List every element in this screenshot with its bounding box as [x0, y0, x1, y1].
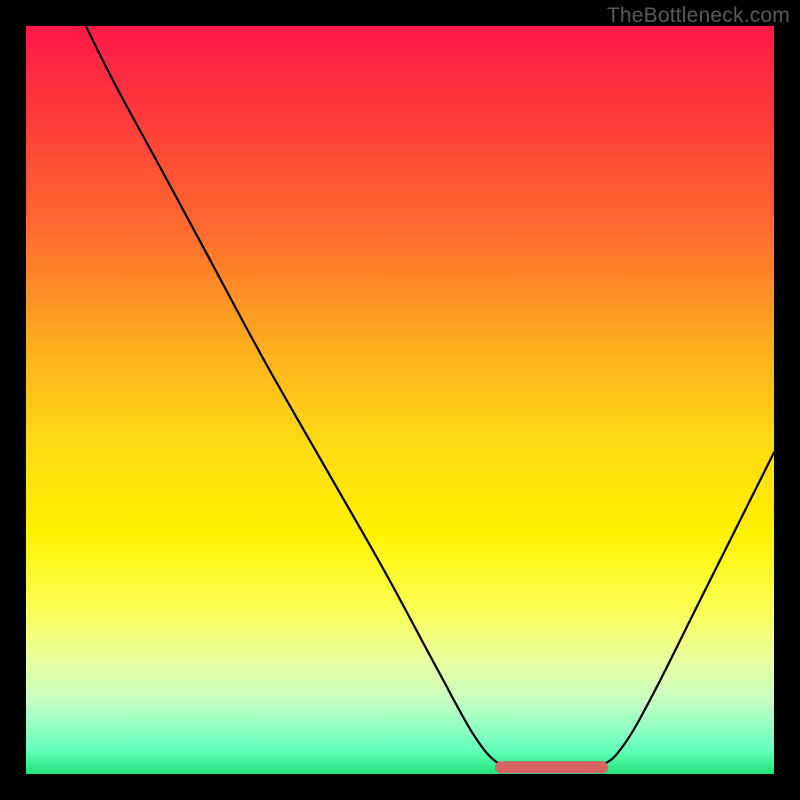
- watermark-text: TheBottleneck.com: [607, 4, 790, 28]
- chart-plot-area: [26, 26, 774, 774]
- bottleneck-curve: [26, 26, 774, 774]
- curve-path: [86, 26, 774, 768]
- chart-stage: TheBottleneck.com: [0, 0, 800, 800]
